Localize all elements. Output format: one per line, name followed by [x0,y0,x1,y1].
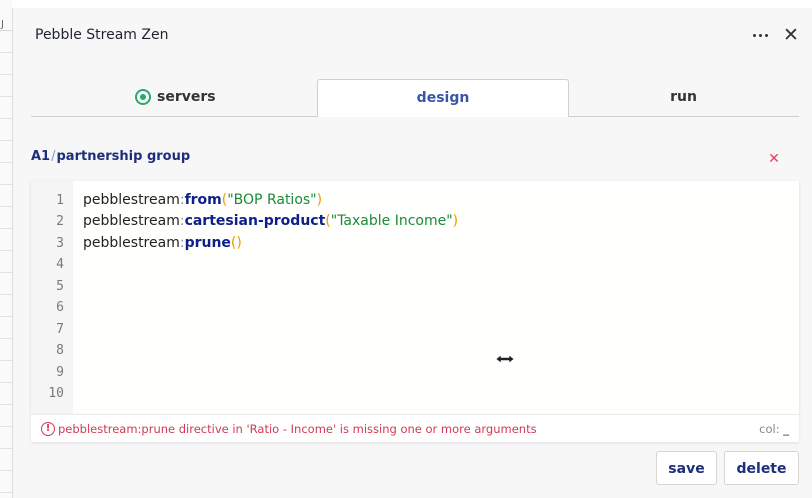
breadcrumb-separator: / [51,149,56,164]
line-number: 1 [56,193,64,208]
code-line: pebblestream:cartesian-product("Taxable … [83,213,459,229]
line-number: 6 [56,300,64,315]
radio-selected-icon [135,89,151,105]
code-line: pebblestream:from("BOP Ratios") [83,192,323,208]
dialog-title: Pebble Stream Zen [35,27,169,43]
alert-circle-icon: ! [41,422,55,436]
column-header: J [0,0,12,31]
x-icon[interactable]: ✕ [767,152,781,166]
close-icon[interactable]: ✕ [782,25,800,45]
line-number: 8 [56,343,64,358]
column-indicator: col: _ [759,422,789,436]
tab-label: servers [157,89,216,105]
tab-bar: servers design run [31,79,799,117]
line-number: 7 [56,322,64,337]
tab-label: design [416,90,470,106]
line-number: 9 [56,365,64,380]
tab-label: run [670,89,697,105]
more-horizontal-icon[interactable] [750,24,772,46]
line-number: 3 [56,236,64,251]
code-area[interactable]: pebblestream:from("BOP Ratios") pebblest… [73,181,799,414]
line-number: 5 [56,279,64,294]
tab-servers[interactable]: servers [31,79,317,117]
breadcrumb-group[interactable]: partnership group [57,149,191,164]
line-number: 2 [56,214,64,229]
breadcrumb: A1/partnership group [31,149,190,164]
breadcrumb-cell[interactable]: A1 [31,149,50,164]
line-number: 4 [56,257,64,272]
error-message: pebblestream:prune directive in 'Ratio -… [58,422,537,436]
pebble-stream-dialog: Pebble Stream Zen ✕ servers design run A… [12,8,812,498]
delete-button[interactable]: delete [724,451,799,485]
code-line: pebblestream:prune() [83,235,242,251]
line-number-gutter: 1 2 3 4 5 6 7 8 9 10 [31,181,73,414]
resize-cursor-icon [495,354,515,364]
code-editor[interactable]: 1 2 3 4 5 6 7 8 9 10 pebblestream:from("… [31,181,799,414]
line-number: 10 [48,386,64,401]
tab-design[interactable]: design [317,79,569,117]
status-bar: ! pebblestream:prune directive in 'Ratio… [31,414,799,442]
tab-run[interactable]: run [568,79,799,117]
save-button[interactable]: save [656,451,717,485]
